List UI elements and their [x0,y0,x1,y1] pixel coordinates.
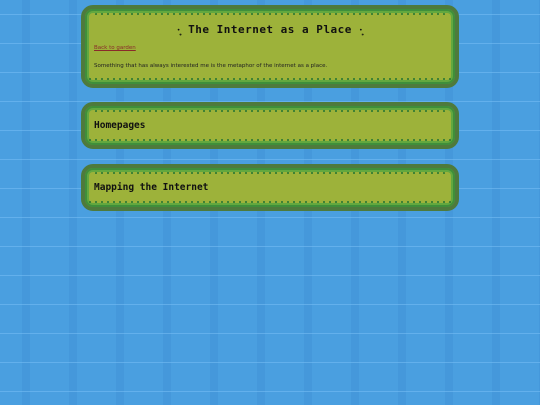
page-title: ·̩͙ The Internet as a Place ·̩͙ [176,23,364,36]
intro-panel: ·̩͙ The Internet as a Place ·̩͙ Back to … [81,5,459,88]
intro-text: Something that has always interested me … [94,63,328,69]
mapping-panel: Mapping the Internet [81,164,459,211]
section-heading-homepages: Homepages [94,120,146,131]
homepages-panel: Homepages [81,102,459,149]
section-heading-mapping: Mapping the Internet [94,182,209,193]
back-to-garden-link[interactable]: Back to garden [94,45,136,51]
